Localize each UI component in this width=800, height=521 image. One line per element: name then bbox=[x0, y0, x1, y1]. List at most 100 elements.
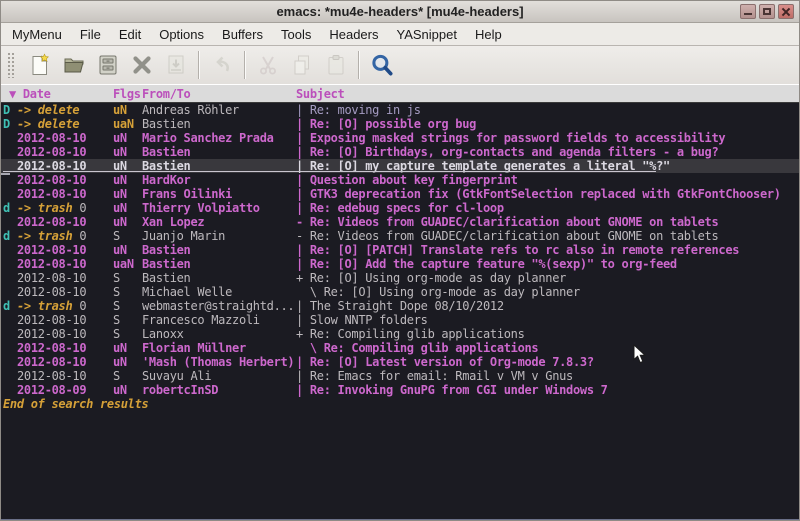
date: 2012-08-10 bbox=[17, 341, 86, 355]
message-list[interactable]: End of search results D-> deleteuNAndrea… bbox=[1, 103, 799, 519]
flags: S bbox=[113, 285, 120, 299]
message-row[interactable]: 2012-08-10uNMario Sanchez Prada| Exposin… bbox=[1, 131, 799, 145]
sender: Francesco Mazzoli bbox=[142, 313, 260, 327]
flags: uN bbox=[113, 383, 127, 397]
undo-icon[interactable] bbox=[205, 49, 239, 81]
flags: uN bbox=[113, 173, 127, 187]
mark-flag: d bbox=[3, 201, 10, 215]
subject: | Slow NNTP folders bbox=[296, 313, 428, 327]
maximize-icon[interactable] bbox=[759, 4, 775, 19]
new-file-icon[interactable] bbox=[23, 49, 57, 81]
current-row-underline bbox=[3, 171, 656, 172]
flags: S bbox=[113, 271, 120, 285]
cut-icon[interactable] bbox=[251, 49, 285, 81]
paste-icon[interactable] bbox=[319, 49, 353, 81]
message-row[interactable]: 2012-08-10uN'Mash (Thomas Herbert)| Re: … bbox=[1, 355, 799, 369]
subject: | Re: Emacs for email: Rmail v VM v Gnus bbox=[296, 369, 573, 383]
message-row[interactable]: 2012-08-10uNBastien| Re: [O] [PATCH] Tra… bbox=[1, 243, 799, 257]
open-folder-icon[interactable] bbox=[57, 49, 91, 81]
message-row[interactable]: 2012-08-10SLanoxx+ Re: Compiling glib ap… bbox=[1, 327, 799, 341]
date-extra: 0 bbox=[72, 229, 86, 243]
sender: Mario Sanchez Prada bbox=[142, 131, 274, 145]
message-row[interactable]: d-> trash 0uNThierry Volpiatto| Re: edeb… bbox=[1, 201, 799, 215]
menu-tools[interactable]: Tools bbox=[272, 24, 320, 45]
message-row[interactable]: 2012-08-10uNFlorian Müllner \ Re: Compil… bbox=[1, 341, 799, 355]
column-header-from[interactable]: From/To bbox=[142, 87, 190, 101]
flags: S bbox=[113, 229, 120, 243]
close-buffer-icon[interactable] bbox=[125, 49, 159, 81]
message-row[interactable]: 2012-08-10SBastien+ Re: [O] Using org-mo… bbox=[1, 271, 799, 285]
subject: - Re: Videos from GUADEC/clarification a… bbox=[296, 215, 718, 229]
save-as-icon[interactable] bbox=[159, 49, 193, 81]
message-row[interactable]: 2012-08-10SSuvayu Ali| Re: Emacs for ema… bbox=[1, 369, 799, 383]
subject: | The Straight Dope 08/10/2012 bbox=[296, 299, 504, 313]
column-header-datesort[interactable]: ▼ Date bbox=[9, 87, 51, 101]
message-row[interactable]: 2012-08-10 S Francesco Mazzoli | Slow NNTP … bbox=[1, 313, 799, 327]
search-icon[interactable] bbox=[365, 49, 399, 81]
flags: uN bbox=[113, 355, 127, 369]
date: 2012-08-10 bbox=[17, 313, 86, 327]
copy-icon[interactable] bbox=[285, 49, 319, 81]
message-row[interactable]: 2012-08-09uNrobertcInSD| Re: Invoking Gn… bbox=[1, 383, 799, 397]
sender: Michael Welle bbox=[142, 285, 232, 299]
message-row[interactable]: D-> deleteuaNBastien| Re: [O] possible o… bbox=[1, 117, 799, 131]
column-header-subject[interactable]: Subject bbox=[296, 87, 344, 101]
menu-yasnippet[interactable]: YASnippet bbox=[387, 24, 465, 45]
menu-options[interactable]: Options bbox=[150, 24, 213, 45]
toolbar-separator bbox=[358, 51, 360, 79]
sender: Bastien bbox=[142, 243, 190, 257]
window-controls bbox=[740, 4, 794, 19]
date: -> trash 0 bbox=[17, 229, 86, 243]
date: 2012-08-10 bbox=[17, 243, 86, 257]
message-row[interactable]: 2012-08-10uNFrans Oilinki| GTK3 deprecat… bbox=[1, 187, 799, 201]
menu-buffers[interactable]: Buffers bbox=[213, 24, 272, 45]
message-row[interactable]: 2012-08-10uaNBastien| Re: [O] Add the ca… bbox=[1, 257, 799, 271]
subject: | Re: [O] Birthdays, org-contacts and ag… bbox=[296, 145, 718, 159]
date-extra: 0 bbox=[72, 299, 86, 313]
column-header-flags[interactable]: Flgs bbox=[113, 87, 141, 101]
date: 2012-08-10 bbox=[17, 369, 86, 383]
menu-edit[interactable]: Edit bbox=[110, 24, 150, 45]
subject: | Re: [O] possible org bug bbox=[296, 117, 476, 131]
subject: + Re: Compiling glib applications bbox=[296, 327, 525, 341]
flags: uN bbox=[113, 131, 127, 145]
date: -> trash 0 bbox=[17, 299, 86, 313]
flags: S bbox=[113, 313, 120, 327]
subject: | Re: edebug specs for cl-loop bbox=[296, 201, 504, 215]
message-row[interactable]: 2012-08-10uNXan Lopez- Re: Videos from G… bbox=[1, 215, 799, 229]
date: 2012-08-10 bbox=[17, 187, 86, 201]
flags: S bbox=[113, 299, 120, 313]
flags: uN bbox=[113, 341, 127, 355]
titlebar[interactable]: emacs: *mu4e-headers* [mu4e-headers] bbox=[1, 1, 799, 23]
subject: | GTK3 deprecation fix (GtkFontSelection… bbox=[296, 187, 781, 201]
message-row[interactable]: d-> trash 0SJuanjo Marin- Re: Videos fro… bbox=[1, 229, 799, 243]
date: 2012-08-10 bbox=[17, 215, 86, 229]
message-row[interactable]: 2012-08-10SMichael Welle \ Re: [O] Using… bbox=[1, 285, 799, 299]
date: 2012-08-09 bbox=[17, 383, 86, 397]
toolbar-separator bbox=[198, 51, 200, 79]
message-row[interactable]: 2012-08-10uNHardKor| Question about key … bbox=[1, 173, 799, 187]
sender: Andreas Röhler bbox=[142, 103, 239, 117]
message-row[interactable]: d-> trash 0Swebmaster@straightd...| The … bbox=[1, 299, 799, 313]
menu-file[interactable]: File bbox=[71, 24, 110, 45]
end-of-search-results: End of search results bbox=[3, 397, 148, 411]
close-icon[interactable] bbox=[778, 4, 794, 19]
message-row[interactable]: 2012-08-10uNBastien| Re: [O] Birthdays, … bbox=[1, 145, 799, 159]
message-row[interactable]: D-> deleteuNAndreas Röhler| Re: moving i… bbox=[1, 103, 799, 117]
menu-mymenu[interactable]: MyMenu bbox=[3, 24, 71, 45]
flags: uN bbox=[113, 243, 127, 257]
message-row[interactable]: 2012-08-10uNBastien| Re: [O] my capture … bbox=[1, 159, 799, 173]
menu-help[interactable]: Help bbox=[466, 24, 511, 45]
sender: 'Mash (Thomas Herbert) bbox=[142, 355, 294, 369]
menu-headers[interactable]: Headers bbox=[320, 24, 387, 45]
mark-flag: d bbox=[3, 299, 10, 313]
minimize-icon[interactable] bbox=[740, 4, 756, 19]
save-icon[interactable] bbox=[91, 49, 125, 81]
flags: uaN bbox=[113, 117, 134, 131]
date: 2012-08-10 bbox=[17, 285, 86, 299]
sender: Bastien bbox=[142, 117, 190, 131]
subject: | Question about key fingerprint bbox=[296, 173, 518, 187]
toolbar-grip-icon[interactable] bbox=[7, 52, 15, 78]
sender: Bastien bbox=[142, 271, 190, 285]
subject: \ Re: Compiling glib applications bbox=[296, 341, 538, 355]
